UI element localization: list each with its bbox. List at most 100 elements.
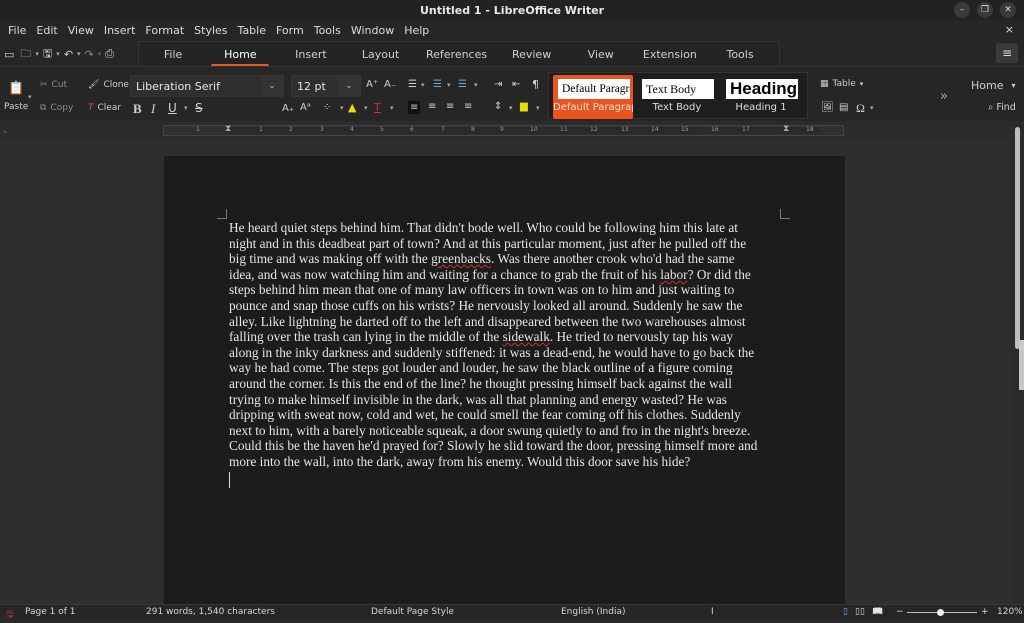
menu-window[interactable]: Window xyxy=(346,24,399,37)
tab-file[interactable]: File xyxy=(139,42,207,66)
misspelled-word[interactable]: sidewalk xyxy=(503,329,550,344)
tab-view[interactable]: View xyxy=(563,42,639,66)
numbered-list-dropdown-icon[interactable]: ▾ xyxy=(447,81,451,89)
menu-file[interactable]: File xyxy=(3,24,31,37)
line-spacing-icon[interactable]: ⇕ xyxy=(494,101,502,112)
special-character-dropdown-icon[interactable]: ▾ xyxy=(870,104,874,112)
menu-tools[interactable]: Tools xyxy=(309,24,346,37)
find-button[interactable]: ⌕ Find xyxy=(988,102,1016,113)
highlight-dropdown-icon[interactable]: ▾ xyxy=(364,104,368,112)
outline-list-icon[interactable]: ☰ xyxy=(458,79,467,90)
left-indent-marker-icon[interactable]: ⧗ xyxy=(225,124,231,134)
zoom-level[interactable]: 120% xyxy=(997,607,1023,617)
insert-image-icon[interactable]: 🖼 xyxy=(821,102,834,113)
close-button[interactable]: ✕ xyxy=(1000,2,1016,18)
horizontal-ruler[interactable]: 1 ⧗ 1 2 3 4 5 6 7 8 9 10 11 12 13 14 15 … xyxy=(163,124,844,136)
tab-references[interactable]: References xyxy=(413,42,501,66)
tab-layout[interactable]: Layout xyxy=(348,42,412,66)
open-dropdown-icon[interactable]: ▾ xyxy=(35,50,39,58)
document-body[interactable]: He heard quiet steps behind him. That di… xyxy=(229,220,779,470)
font-name-dropdown-icon[interactable]: ⌄ xyxy=(261,76,283,96)
align-left-icon[interactable]: ≡ xyxy=(408,101,421,114)
sidebar-handle[interactable] xyxy=(1019,340,1024,390)
save-icon[interactable]: 🖫 xyxy=(41,45,54,64)
menu-format[interactable]: Format xyxy=(140,24,189,37)
page-number[interactable]: Page 1 of 1 xyxy=(25,607,76,617)
new-document-icon[interactable]: ▭ xyxy=(2,48,16,61)
tab-insert[interactable]: Insert xyxy=(273,42,348,66)
font-color-dropdown-icon[interactable]: ▾ xyxy=(390,104,394,112)
tab-stop-selector-icon[interactable]: ⌞ xyxy=(4,126,7,134)
document-page[interactable]: He heard quiet steps behind him. That di… xyxy=(164,156,845,616)
clear-formatting-button[interactable]: T Clear xyxy=(88,103,121,113)
bullet-list-dropdown-icon[interactable]: ▾ xyxy=(421,81,425,89)
single-page-view-icon[interactable]: ▯ xyxy=(843,607,848,617)
highlight-color-icon[interactable]: ▲ xyxy=(348,101,356,114)
italic-button[interactable]: I xyxy=(151,101,155,117)
paragraph-background-icon[interactable]: ▆ xyxy=(520,101,528,112)
redo-icon[interactable]: ↷ xyxy=(83,48,96,61)
zoom-in-button[interactable]: + xyxy=(981,607,989,617)
font-size-dropdown-icon[interactable]: ⌄ xyxy=(338,76,360,96)
font-size-input[interactable]: 12 pt ⌄ xyxy=(291,75,361,97)
increase-indent-icon[interactable]: ⇥ xyxy=(494,79,502,90)
zoom-slider-handle[interactable] xyxy=(937,609,944,616)
menu-insert[interactable]: Insert xyxy=(99,24,141,37)
more-options-icon[interactable]: » xyxy=(940,89,948,104)
multi-page-view-icon[interactable]: ▯▯ xyxy=(855,607,865,617)
superscript-icon[interactable]: Aᵃ xyxy=(300,102,311,113)
paste-button[interactable]: Paste xyxy=(4,102,28,112)
language[interactable]: English (India) xyxy=(561,607,625,617)
right-indent-marker-icon[interactable]: ⧗ xyxy=(783,124,789,134)
formatting-marks-icon[interactable]: ¶ xyxy=(532,78,539,91)
save-dropdown-icon[interactable]: ▾ xyxy=(56,50,60,58)
print-icon[interactable]: ⎙ xyxy=(103,47,116,61)
special-character-icon[interactable]: Ω xyxy=(856,101,865,116)
document-modified-icon[interactable]: 🖫 xyxy=(6,607,14,623)
word-count[interactable]: 291 words, 1,540 characters xyxy=(146,607,275,617)
align-right-icon[interactable]: ≡ xyxy=(446,101,454,112)
tab-review[interactable]: Review xyxy=(500,42,562,66)
close-document-icon[interactable]: × xyxy=(1005,23,1014,36)
insert-table-button[interactable]: ▦ Table ▾ xyxy=(820,79,863,89)
underline-dropdown-icon[interactable]: ▾ xyxy=(184,104,188,112)
minimize-button[interactable]: – xyxy=(954,2,970,18)
strikethrough-button[interactable]: S xyxy=(195,101,203,115)
menu-view[interactable]: View xyxy=(63,24,99,37)
font-name-input[interactable]: Liberation Serif ⌄ xyxy=(130,75,284,97)
insert-field-icon[interactable]: ▤ xyxy=(839,102,848,113)
insert-mode-indicator[interactable]: I xyxy=(711,607,714,617)
line-spacing-dropdown-icon[interactable]: ▾ xyxy=(509,104,513,112)
shrink-font-icon[interactable]: A₋ xyxy=(384,79,396,90)
bullet-list-icon[interactable]: ☰ xyxy=(408,79,417,90)
redo-dropdown-icon[interactable]: ▾ xyxy=(98,50,102,58)
cut-button[interactable]: ✂ Cut xyxy=(40,80,67,90)
font-color-icon[interactable]: T xyxy=(374,101,381,114)
menu-table[interactable]: Table xyxy=(233,24,271,37)
tab-home[interactable]: Home xyxy=(207,42,273,66)
restore-button[interactable]: ❐ xyxy=(977,2,993,18)
spacing-dropdown-icon[interactable]: ▾ xyxy=(340,104,344,112)
tab-tools[interactable]: Tools xyxy=(701,42,779,66)
undo-icon[interactable]: ↶ xyxy=(62,48,75,61)
numbered-list-icon[interactable]: ☰ xyxy=(433,79,442,90)
book-view-icon[interactable]: 📖 xyxy=(872,607,883,617)
subscript-icon[interactable]: A₊ xyxy=(282,103,294,114)
menu-edit[interactable]: Edit xyxy=(31,24,62,37)
scrollbar-thumb[interactable] xyxy=(1015,127,1020,349)
page-style[interactable]: Default Page Style xyxy=(371,607,454,617)
paste-dropdown-icon[interactable]: ▾ xyxy=(28,93,32,101)
justify-icon[interactable]: ≡ xyxy=(464,101,472,112)
clipboard-icon[interactable]: 📋 xyxy=(8,81,24,96)
style-default-paragraph[interactable]: Default Paragraph Style Default Paragrap… xyxy=(553,75,633,119)
character-spacing-icon[interactable]: ⁘ xyxy=(323,102,331,113)
underline-button[interactable]: U xyxy=(168,101,177,115)
misspelled-word[interactable]: greenbacks xyxy=(431,251,491,266)
hamburger-menu-icon[interactable]: ≡ xyxy=(996,43,1018,63)
menu-form[interactable]: Form xyxy=(271,24,309,37)
clone-formatting-button[interactable]: 🖌 Clone xyxy=(88,80,129,90)
undo-dropdown-icon[interactable]: ▾ xyxy=(77,50,81,58)
menu-styles[interactable]: Styles xyxy=(189,24,232,37)
menu-help[interactable]: Help xyxy=(399,24,434,37)
open-icon[interactable]: 🗀 xyxy=(18,45,33,64)
